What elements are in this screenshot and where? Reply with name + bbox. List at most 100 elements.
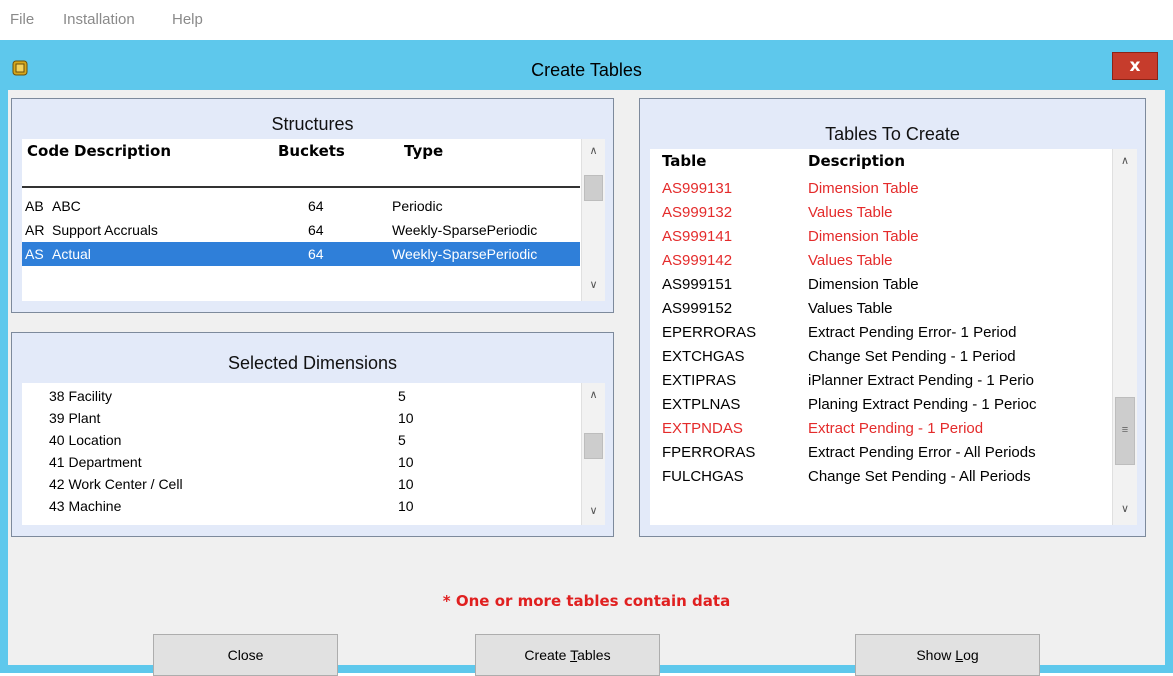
table-row-has-data[interactable]: EXTPNDAS Extract Pending - 1 Period [650, 417, 1110, 441]
table-description: Dimension Table [808, 276, 919, 293]
table-description: Extract Pending Error- 1 Period [808, 324, 1017, 341]
tables-list[interactable]: Table Description AS999131 Dimension Tab… [650, 149, 1137, 525]
dimension-row[interactable]: 40 Location 5 [22, 429, 580, 451]
structure-description: ABC [52, 198, 81, 214]
scroll-up-icon[interactable]: ∧ [1113, 151, 1137, 171]
scroll-thumb[interactable] [584, 433, 603, 459]
menu-help[interactable]: Help [172, 11, 203, 28]
table-row[interactable]: FPERRORAS Extract Pending Error - All Pe… [650, 441, 1110, 465]
table-row[interactable]: FULCHGAS Change Set Pending - All Period… [650, 465, 1110, 489]
structures-list[interactable]: Code Description Buckets Type AB ABC 64 … [22, 139, 605, 301]
table-description: Dimension Table [808, 180, 919, 197]
structures-scrollbar[interactable]: ∧ ∨ [581, 139, 605, 301]
create-tables-label: Create [524, 647, 571, 663]
table-description: Change Set Pending - 1 Period [808, 348, 1016, 365]
table-name: AS999131 [662, 180, 733, 197]
scroll-up-icon[interactable]: ∧ [582, 385, 605, 405]
dimensions-list[interactable]: 38 Facility 5 39 Plant 10 40 Location 5 … [22, 383, 605, 525]
dimension-row[interactable]: 43 Machine 10 [22, 495, 580, 517]
show-log-label-rest: og [963, 647, 979, 663]
dimension-row[interactable]: 41 Department 10 [22, 451, 580, 473]
dimension-name: 39 Plant [49, 410, 101, 426]
table-description: Values Table [808, 300, 893, 317]
structure-row-selected[interactable]: AS Actual 64 Weekly-SparsePeriodic [22, 242, 580, 266]
scroll-thumb[interactable]: ≡ [1115, 397, 1135, 465]
show-log-accel: L [955, 647, 964, 663]
col-header-table-description[interactable]: Description [808, 152, 905, 170]
header-separator [22, 186, 580, 188]
scroll-down-icon[interactable]: ∨ [582, 275, 605, 295]
table-row-has-data[interactable]: AS999132 Values Table [650, 201, 1110, 225]
dimension-name: 40 Location [49, 432, 122, 448]
menu-installation[interactable]: Installation [63, 11, 135, 28]
menu-file[interactable]: File [10, 11, 34, 28]
structure-type: Weekly-SparsePeriodic [392, 222, 538, 238]
dimension-row[interactable]: 38 Facility 5 [22, 385, 580, 407]
table-description: Dimension Table [808, 228, 919, 245]
table-description: Extract Pending Error - All Periods [808, 444, 1036, 461]
structure-row[interactable]: AB ABC 64 Periodic [22, 194, 580, 218]
structure-code: AB [25, 198, 44, 214]
dimension-value: 10 [398, 454, 414, 470]
col-header-code[interactable]: Code [27, 142, 69, 160]
show-log-button[interactable]: Show Log [855, 634, 1040, 676]
create-tables-label-rest: ables [577, 647, 611, 663]
structure-row[interactable]: AR Support Accruals 64 Weekly-SparsePeri… [22, 218, 580, 242]
dimensions-scrollbar[interactable]: ∧ ∨ [581, 383, 605, 525]
table-name: EXTIPRAS [662, 372, 737, 389]
dimensions-title: Selected Dimensions [227, 353, 398, 373]
structure-buckets: 64 [308, 246, 324, 262]
table-description: Planing Extract Pending - 1 Perioc [808, 396, 1037, 413]
close-button[interactable]: Close [153, 634, 338, 676]
table-description: Extract Pending - 1 Period [808, 420, 984, 437]
table-name: EPERRORAS [662, 324, 757, 341]
col-header-type[interactable]: Type [404, 142, 443, 160]
table-row-has-data[interactable]: AS999141 Dimension Table [650, 225, 1110, 249]
table-name: EXTPLNAS [662, 396, 741, 413]
structure-description: Support Accruals [52, 222, 158, 238]
structures-group: Structures Code Description Buckets Type… [11, 98, 614, 313]
table-row[interactable]: EXTIPRAS iPlanner Extract Pending - 1 Pe… [650, 369, 1110, 393]
table-row[interactable]: EPERRORAS Extract Pending Error- 1 Perio… [650, 321, 1110, 345]
scroll-up-icon[interactable]: ∧ [582, 141, 605, 161]
dimension-row[interactable]: 39 Plant 10 [22, 407, 580, 429]
table-description: Values Table [808, 252, 893, 269]
table-row-has-data[interactable]: AS999131 Dimension Table [650, 177, 1110, 201]
col-header-buckets[interactable]: Buckets [278, 142, 345, 160]
table-name: AS999151 [662, 276, 733, 293]
tables-group: Tables To Create Table Description AS999… [639, 98, 1146, 537]
menu-bar: File Installation Help [0, 0, 1173, 40]
dimension-name: 41 Department [49, 454, 142, 470]
table-row[interactable]: AS999152 Values Table [650, 297, 1110, 321]
structure-description: Actual [52, 246, 91, 262]
structure-buckets: 64 [308, 222, 324, 238]
create-tables-button[interactable]: Create Tables [475, 634, 660, 676]
dimension-value: 5 [398, 388, 406, 404]
dimension-value: 10 [398, 498, 414, 514]
tables-scrollbar[interactable]: ∧ ≡ ∨ [1112, 149, 1137, 525]
structures-title: Structures [271, 114, 354, 134]
dimension-row[interactable]: 42 Work Center / Cell 10 [22, 473, 580, 495]
dimension-name: 43 Machine [49, 498, 122, 514]
scroll-down-icon[interactable]: ∨ [582, 501, 605, 521]
structure-code: AR [25, 222, 45, 238]
table-name: EXTPNDAS [662, 420, 743, 437]
table-name: AS999132 [662, 204, 733, 221]
table-name: AS999152 [662, 300, 733, 317]
table-row[interactable]: EXTPLNAS Planing Extract Pending - 1 Per… [650, 393, 1110, 417]
tables-title: Tables To Create [825, 124, 960, 144]
dimensions-group: Selected Dimensions 38 Facility 5 39 Pla… [11, 332, 614, 537]
table-row[interactable]: EXTCHGAS Change Set Pending - 1 Period [650, 345, 1110, 369]
table-row[interactable]: AS999151 Dimension Table [650, 273, 1110, 297]
table-name: FPERRORAS [662, 444, 756, 461]
window-close-button[interactable]: x [1112, 52, 1158, 80]
table-row-has-data[interactable]: AS999142 Values Table [650, 249, 1110, 273]
col-header-description[interactable]: Description [74, 142, 171, 160]
table-name: AS999142 [662, 252, 733, 269]
create-tables-dialog: Create Tables x Structures Code Descript… [0, 40, 1173, 676]
scroll-thumb[interactable] [584, 175, 603, 201]
scroll-down-icon[interactable]: ∨ [1113, 499, 1137, 519]
table-name: FULCHGAS [662, 468, 744, 485]
structure-type: Weekly-SparsePeriodic [392, 246, 538, 262]
col-header-table[interactable]: Table [662, 152, 706, 170]
